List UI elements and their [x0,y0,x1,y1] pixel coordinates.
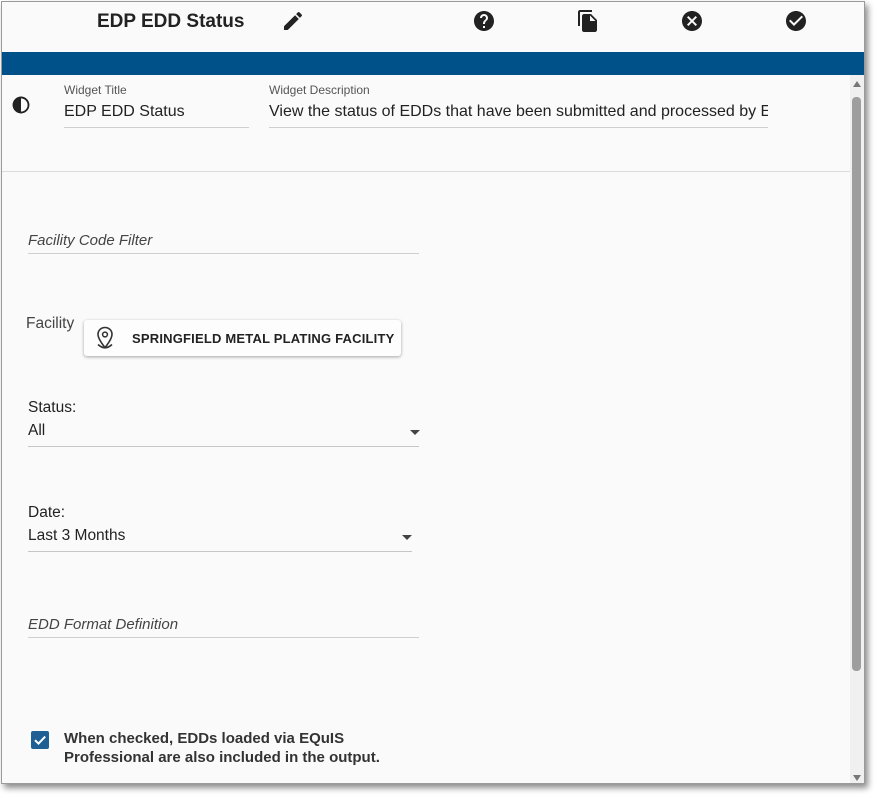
status-select[interactable]: All [28,422,398,440]
header-accent-bar [2,52,864,75]
widget-title-underline [64,127,249,128]
check-circle-icon[interactable] [784,9,808,33]
widget-title-label: Widget Title [64,83,127,97]
date-label: Date: [28,504,66,521]
include-equis-checkbox[interactable] [31,731,49,749]
status-label: Status: [28,399,77,416]
scroll-thumb[interactable] [852,97,861,671]
status-dropdown-caret-icon[interactable] [410,430,420,435]
scroll-down-arrow-icon[interactable] [853,775,861,781]
widget-title-input[interactable]: EDP EDD Status [64,103,249,121]
edd-format-definition-underline [28,637,419,638]
widget-settings-panel: Widget Title EDP EDD Status Widget Descr… [2,75,850,783]
facility-code-filter-underline [28,253,419,254]
checkmark-icon [34,735,46,746]
contrast-icon[interactable] [11,95,31,115]
status-underline [28,446,419,447]
date-dropdown-caret-icon[interactable] [402,535,412,540]
date-select[interactable]: Last 3 Months [28,527,388,545]
toolbar: EDP EDD Status [2,2,864,52]
scroll-up-arrow-icon[interactable] [853,81,861,87]
widget-description-underline [269,127,768,128]
facility-code-filter-input[interactable]: Facility Code Filter [28,232,152,249]
date-underline [28,551,412,552]
section-divider [2,171,850,172]
facility-label: Facility [26,315,75,332]
page-title: EDP EDD Status [97,11,245,32]
copy-icon[interactable] [576,9,600,33]
widget-editor-window: EDP EDD Status Widget Title EDP EDD Stat… [1,1,865,784]
map-pin-icon [97,326,113,349]
facility-chip-label: SPRINGFIELD METAL PLATING FACILITY [132,330,395,346]
close-circle-icon[interactable] [680,9,704,33]
widget-description-input[interactable]: View the status of EDDs that have been s… [269,103,768,121]
vertical-scrollbar[interactable] [850,75,864,783]
pencil-icon[interactable] [281,9,305,33]
widget-description-label: Widget Description [269,83,370,97]
facility-chip[interactable]: SPRINGFIELD METAL PLATING FACILITY [84,320,401,356]
help-icon[interactable] [472,9,496,33]
include-equis-checkbox-label: When checked, EDDs loaded via EQuIS Prof… [64,730,380,766]
edd-format-definition-input[interactable]: EDD Format Definition [28,616,178,633]
